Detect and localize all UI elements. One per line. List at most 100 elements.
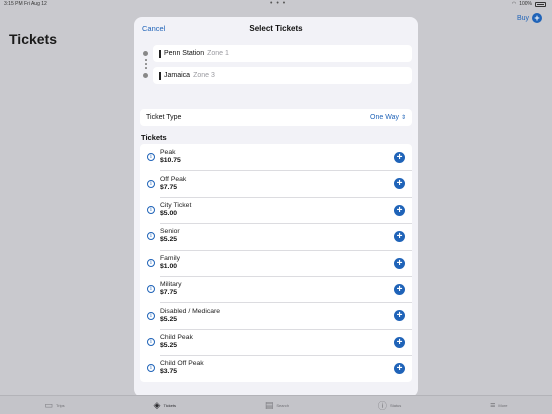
ticket-icon: ▭ xyxy=(44,399,53,410)
ticket-price: $5.25 xyxy=(160,341,178,349)
multitasking-dots[interactable]: • • • xyxy=(270,0,286,7)
origin-station-field[interactable]: Penn Station Zone 1 xyxy=(153,45,412,62)
ticket-type-label: Ticket Type xyxy=(146,114,182,121)
ticket-text: Child Off Peak $3.75 xyxy=(160,360,204,376)
ticket-text: Military $7.75 xyxy=(160,281,182,297)
tab-search[interactable]: ▤ Search xyxy=(265,400,289,411)
add-ticket-button[interactable]: + xyxy=(394,283,405,295)
ticket-row: i Peak $10.75 + xyxy=(140,144,412,170)
select-tickets-sheet: Cancel Select Tickets Penn Station Zone … xyxy=(134,17,418,397)
buy-button[interactable]: Buy + xyxy=(517,13,542,23)
ticket-row: i City Ticket $5.00 + xyxy=(140,196,412,223)
origin-dot-icon xyxy=(143,51,148,56)
info-icon[interactable]: i xyxy=(147,285,155,294)
info-icon[interactable]: i xyxy=(147,179,155,188)
route-dot-icon xyxy=(145,59,147,61)
info-icon[interactable]: i xyxy=(147,232,155,241)
ticket-name: Senior xyxy=(160,228,180,236)
destination-zone: Zone 3 xyxy=(193,72,215,79)
ticket-row: i Family $1.00 + xyxy=(140,249,412,276)
sheet-title: Select Tickets xyxy=(249,24,303,33)
ticket-text: City Ticket $5.00 xyxy=(160,202,191,218)
add-ticket-button[interactable]: + xyxy=(394,257,405,269)
ticket-row: i Child Peak $5.25 + xyxy=(140,328,412,355)
ticket-price: $5.25 xyxy=(160,236,178,244)
tab-more[interactable]: ≡ More xyxy=(490,400,507,410)
ticket-name: Child Off Peak xyxy=(160,360,204,368)
tab-label: More xyxy=(498,402,508,408)
ticket-row: i Child Off Peak $3.75 + xyxy=(140,355,412,381)
page-title: Tickets xyxy=(9,31,57,47)
add-ticket-button[interactable]: + xyxy=(394,336,405,348)
add-ticket-button[interactable]: + xyxy=(394,363,405,375)
status-bar: 3:15 PM Fri Aug 12 • • • ◠ 100% xyxy=(0,0,552,8)
add-ticket-button[interactable]: + xyxy=(394,178,405,190)
route-dot-icon xyxy=(145,67,147,69)
ticket-text: Disabled / Medicare $5.25 xyxy=(160,308,220,324)
ticket-price: $5.00 xyxy=(160,209,178,217)
origin-zone: Zone 1 xyxy=(207,50,229,57)
ticket-price: $10.75 xyxy=(160,157,181,165)
tab-status[interactable]: ⓘ Status xyxy=(378,399,401,412)
wifi-icon: ◠ xyxy=(511,1,517,7)
add-ticket-button[interactable]: + xyxy=(394,152,405,163)
info-icon[interactable]: i xyxy=(147,311,155,320)
ticket-text: Off Peak $7.75 xyxy=(160,176,186,192)
destination-station-name: Jamaica xyxy=(164,72,191,79)
add-ticket-button[interactable]: + xyxy=(394,231,405,243)
tab-label: Search xyxy=(276,402,290,408)
info-icon[interactable]: i xyxy=(147,205,155,214)
station-selector: Penn Station Zone 1 Jamaica Zone 3 xyxy=(140,45,412,89)
ticket-row: i Military $7.75 + xyxy=(140,275,412,302)
tickets-icon: ◈ xyxy=(153,399,161,410)
map-icon: ▤ xyxy=(264,399,274,410)
tab-label: Tickets xyxy=(163,402,176,408)
tab-tickets[interactable]: ◈ Tickets xyxy=(154,400,176,411)
chevron-up-down-icon: ⇕ xyxy=(400,115,406,121)
ticket-row: i Senior $5.25 + xyxy=(140,223,412,249)
destination-dot-icon xyxy=(143,73,148,78)
origin-station-name: Penn Station xyxy=(164,50,205,57)
add-ticket-button[interactable]: + xyxy=(394,204,405,216)
ticket-type-selector[interactable]: Ticket Type One Way ⇕ xyxy=(140,109,412,126)
line-color-icon xyxy=(159,49,161,58)
add-ticket-button[interactable]: + xyxy=(394,310,405,322)
info-icon[interactable]: i xyxy=(147,258,155,267)
info-icon[interactable]: i xyxy=(147,337,155,346)
ticket-text: Child Peak $5.25 xyxy=(160,334,193,350)
destination-station-field[interactable]: Jamaica Zone 3 xyxy=(153,67,412,84)
tab-label: Trips xyxy=(55,402,65,408)
ticket-price: $7.75 xyxy=(160,183,178,191)
ticket-row: i Disabled / Medicare $5.25 + xyxy=(140,302,412,328)
ticket-price: $5.25 xyxy=(160,315,178,323)
menu-icon: ≡ xyxy=(490,400,496,410)
buy-label: Buy xyxy=(516,14,529,22)
tab-bar: ▭ Trips ◈ Tickets ▤ Search ⓘ Status ≡ More xyxy=(0,395,552,414)
ticket-type-value-wrap: One Way ⇕ xyxy=(370,114,406,121)
status-time: 3:15 PM Fri Aug 12 xyxy=(4,1,47,7)
ticket-name: Peak xyxy=(160,149,176,157)
ticket-price: $1.00 xyxy=(160,262,178,270)
ticket-name: Family xyxy=(160,254,181,262)
info-icon[interactable]: i xyxy=(147,153,155,162)
tab-label: Status xyxy=(389,402,402,408)
plus-icon: + xyxy=(532,13,542,23)
info-icon[interactable]: i xyxy=(147,364,155,373)
tab-trips[interactable]: ▭ Trips xyxy=(44,400,64,411)
sheet-header: Cancel Select Tickets xyxy=(134,17,418,39)
info-icon: ⓘ xyxy=(377,400,387,411)
ticket-price: $7.75 xyxy=(160,289,178,297)
ticket-price: $3.75 xyxy=(160,368,178,376)
route-dot-icon xyxy=(145,63,147,65)
ticket-name: City Ticket xyxy=(160,201,192,209)
line-color-icon xyxy=(159,71,161,80)
ticket-name: Child Peak xyxy=(160,333,193,341)
tickets-section-title: Tickets xyxy=(141,133,167,142)
battery-icon xyxy=(535,1,546,7)
ticket-name: Military xyxy=(160,281,182,289)
ticket-row: i Off Peak $7.75 + xyxy=(140,170,412,196)
status-right: ◠ 100% xyxy=(512,1,546,7)
ticket-list: i Peak $10.75 + i Off Peak $7.75 + i City Ticket $… xyxy=(140,144,412,382)
battery-percent: 100% xyxy=(519,1,532,7)
ticket-text: Family $1.00 xyxy=(160,255,180,271)
